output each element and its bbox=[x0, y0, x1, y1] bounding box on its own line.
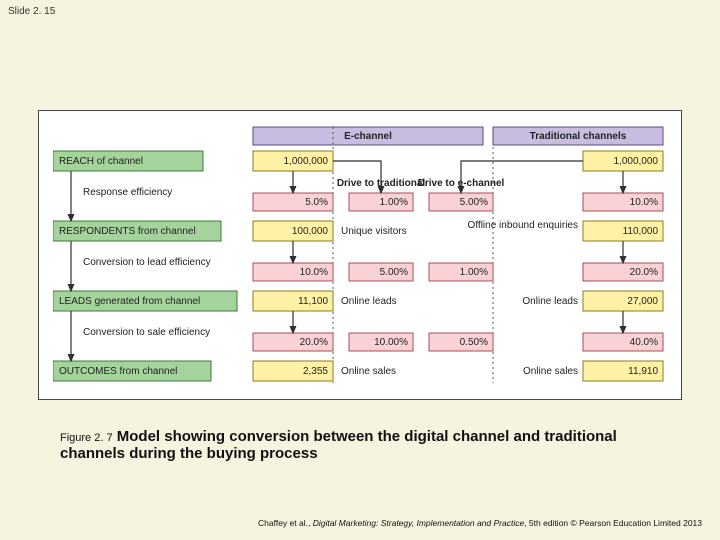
diagram-frame: E-channel Traditional channels REACH of … bbox=[38, 110, 682, 400]
figure-caption-text: Model showing conversion between the dig… bbox=[60, 428, 617, 462]
lbl-online-leads-l: Online leads bbox=[341, 296, 397, 307]
de-resp-eff: 5.00% bbox=[460, 197, 488, 208]
lbl-offline-inbound: Offline inbound enquiries bbox=[468, 220, 578, 231]
ech-leads: 11,100 bbox=[298, 296, 328, 307]
stage-respondents: RESPONDENTS from channel bbox=[59, 226, 196, 237]
figure-number: Figure 2. 7 bbox=[60, 432, 113, 444]
trad-lead-eff: 20.0% bbox=[630, 267, 658, 278]
de-lead-eff: 1.00% bbox=[460, 267, 488, 278]
dt-lead-eff: 5.00% bbox=[380, 267, 408, 278]
header-echannel: E-channel bbox=[344, 131, 392, 142]
ech-lead-eff: 10.0% bbox=[300, 267, 328, 278]
lbl-online-sales-l: Online sales bbox=[341, 366, 396, 377]
conversion-diagram: E-channel Traditional channels REACH of … bbox=[53, 123, 669, 387]
slide-number: Slide 2. 15 bbox=[8, 6, 55, 17]
lbl-conv-lead: Conversion to lead efficiency bbox=[83, 257, 211, 268]
dt-resp-eff: 1.00% bbox=[380, 197, 408, 208]
de-sale-eff: 0.50% bbox=[460, 337, 488, 348]
lbl-unique-visitors: Unique visitors bbox=[341, 226, 407, 237]
lbl-conv-sale: Conversion to sale efficiency bbox=[83, 327, 210, 338]
ech-sale-eff: 20.0% bbox=[300, 337, 328, 348]
lbl-online-leads-r: Online leads bbox=[522, 296, 578, 307]
ech-resp-eff: 5.0% bbox=[305, 197, 328, 208]
stage-outcomes: OUTCOMES from channel bbox=[59, 366, 177, 377]
stage-leads: LEADS generated from channel bbox=[59, 296, 200, 307]
trad-leads: 27,000 bbox=[627, 296, 658, 307]
trad-sale-eff: 40.0% bbox=[630, 337, 658, 348]
trad-reach: 1,000,000 bbox=[614, 156, 659, 167]
lbl-response: Response efficiency bbox=[83, 187, 172, 198]
footer: Chaffey et al., Digital Marketing: Strat… bbox=[258, 518, 702, 528]
ech-reach: 1,000,000 bbox=[284, 156, 329, 167]
dt-sale-eff: 10.00% bbox=[374, 337, 408, 348]
ech-outcomes: 2,355 bbox=[303, 366, 328, 377]
ech-respondents: 100,000 bbox=[292, 226, 329, 237]
figure-caption: Figure 2. 7 Model showing conversion bet… bbox=[60, 428, 660, 462]
trad-outcomes: 11,910 bbox=[628, 366, 658, 377]
stage-reach: REACH of channel bbox=[59, 156, 143, 167]
trad-respondents: 110,000 bbox=[623, 226, 659, 237]
lbl-online-sales-r: Online sales bbox=[523, 366, 578, 377]
trad-resp-eff: 10.0% bbox=[630, 197, 658, 208]
header-traditional: Traditional channels bbox=[530, 131, 627, 142]
